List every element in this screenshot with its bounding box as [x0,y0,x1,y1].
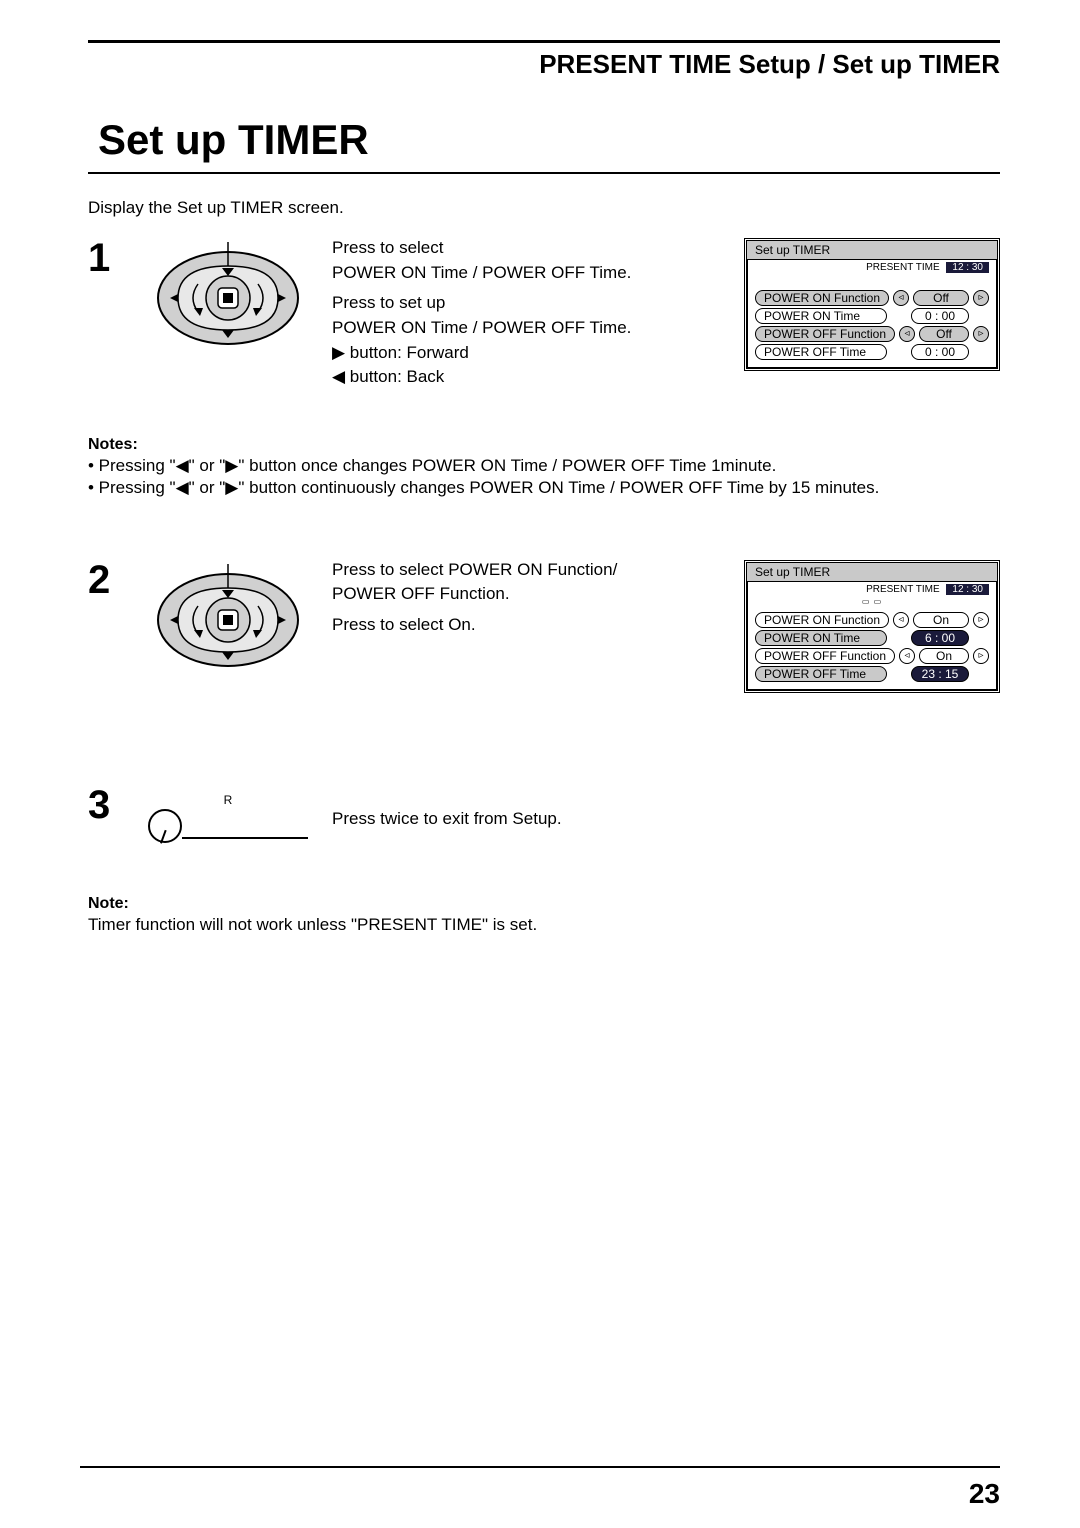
osd-row-value: 23 : 15 [911,666,969,682]
osd-time-badge: 12 : 30 [946,262,989,273]
osd-row-label: POWER ON Function [755,290,889,306]
osd-row-value: Off [919,326,969,342]
osd-row: POWER OFF Time◃0 : 00▹ [755,344,989,360]
osd-left-arrow-icon: ◃ [899,326,915,342]
osd-row: POWER ON Time◃6 : 00▹ [755,630,989,646]
notes-bullet: • Pressing "◀" or "▶" button continuousl… [88,478,1000,498]
osd-row-value: On [919,648,969,664]
osd-row-label: POWER OFF Time [755,344,887,360]
step1-line: POWER ON Time / POWER OFF Time. [332,261,631,286]
step-1-number: 1 [88,236,124,281]
step-2-text: Press to select POWER ON Function/ POWER… [332,558,617,638]
step2-line: POWER OFF Function. [332,582,617,607]
osd-right-arrow-icon: ▹ [973,326,989,342]
osd-row-value: Off [913,290,969,306]
step1-line: Press to select [332,236,631,261]
osd-row: POWER OFF Function◃On▹ [755,648,989,664]
remote-dpad-icon [148,558,308,678]
osd-body: POWER ON Function◃Off▹POWER ON Time◃0 : … [747,284,997,368]
step1-line: Press to set up [332,291,631,316]
notes-heading: Notes: [88,436,1000,454]
osd-row: POWER ON Time◃0 : 00▹ [755,308,989,324]
left-arrow-icon: ◀ [176,478,189,497]
osd-left-arrow-icon: ◃ [893,612,909,628]
step2-line: Press to select On. [332,613,617,638]
leader-line [182,837,308,839]
note-heading: Note: [88,895,1000,913]
step-2-row: 2 Press to select POWER ON Function/ POW… [88,558,1000,693]
osd-right-arrow-icon: ▹ [973,648,989,664]
osd-row-label: POWER ON Time [755,630,887,646]
osd-row-label: POWER ON Time [755,308,887,324]
osd-row: POWER OFF Function◃Off▹ [755,326,989,342]
osd-row: POWER ON Function◃On▹ [755,612,989,628]
right-arrow-icon: ▶ [225,456,238,475]
osd-right-arrow-icon: ▹ [973,612,989,628]
osd-paginator: ▭ ▭ [747,597,997,606]
osd-row: POWER OFF Time◃23 : 15▹ [755,666,989,682]
osd-row-value: On [913,612,969,628]
back-arrow-icon: ◀ [332,367,345,386]
r-button-label: R [224,793,233,807]
page-title: Set up TIMER [98,116,1000,164]
osd-panel-1: Set up TIMER PRESENT TIME 12 : 30 ▭ ▭ PO… [744,238,1000,371]
step-1-text: Press to select POWER ON Time / POWER OF… [332,236,631,390]
top-rule [88,40,1000,43]
step-3-row: 3 R Press twice to exit from Setup. [88,783,1000,843]
notes-bullet: • Pressing "◀" or "▶" button once change… [88,456,1000,476]
r-button-circle-icon [148,809,182,843]
osd-time-badge: 12 : 30 [946,584,989,595]
step-2-number: 2 [88,558,124,603]
osd-present-time: PRESENT TIME 12 : 30 [747,260,997,273]
step-3-number: 3 [88,783,124,828]
osd-right-arrow-icon: ▹ [973,290,989,306]
step-1-row: 1 Press to select POWER ON Time / POWE [88,236,1000,390]
breadcrumb: PRESENT TIME Setup / Set up TIMER [88,49,1000,80]
intro-text: Display the Set up TIMER screen. [88,198,1000,218]
osd-row-value: 6 : 00 [911,630,969,646]
r-button-icon: R [148,783,308,843]
bottom-rule [80,1466,1000,1468]
osd-body: POWER ON Function◃On▹POWER ON Time◃6 : 0… [747,606,997,690]
osd-row-label: POWER OFF Function [755,326,895,342]
step1-line: POWER ON Time / POWER OFF Time. [332,316,631,341]
osd-row-value: 0 : 00 [911,308,969,324]
osd-row-value: 0 : 00 [911,344,969,360]
osd-present-time: PRESENT TIME 12 : 30 [747,582,997,595]
step2-line: Press to select POWER ON Function/ [332,558,617,583]
step1-line: ◀ button: Back [332,365,631,390]
osd-row-label: POWER ON Function [755,612,889,628]
title-underline [88,172,1000,174]
osd-title: Set up TIMER [747,563,997,582]
remote-dpad-icon [148,236,308,356]
osd-left-arrow-icon: ◃ [893,290,909,306]
osd-left-arrow-icon: ◃ [899,648,915,664]
osd-panel-2: Set up TIMER PRESENT TIME 12 : 30 ▭ ▭ PO… [744,560,1000,693]
page-number: 23 [969,1478,1000,1510]
osd-row-label: POWER OFF Function [755,648,895,664]
osd-title: Set up TIMER [747,241,997,260]
osd-row: POWER ON Function◃Off▹ [755,290,989,306]
forward-arrow-icon: ▶ [332,343,345,362]
note-text: Timer function will not work unless "PRE… [88,915,1000,935]
step-3-text: Press twice to exit from Setup. [332,807,562,832]
step1-line: ▶ button: Forward [332,341,631,366]
left-arrow-icon: ◀ [176,456,189,475]
osd-row-label: POWER OFF Time [755,666,887,682]
right-arrow-icon: ▶ [225,478,238,497]
